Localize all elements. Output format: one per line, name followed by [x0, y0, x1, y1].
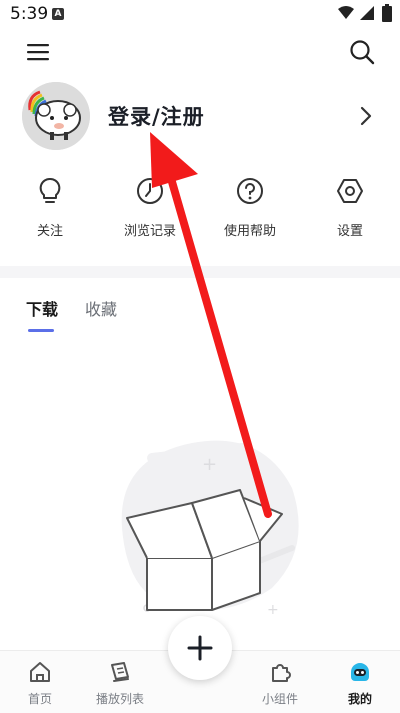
signal-icon [360, 6, 374, 20]
tab-favorites[interactable]: 收藏 [85, 296, 117, 320]
settings-label: 设置 [336, 224, 363, 239]
tab-indicator [28, 329, 54, 332]
plus-icon [187, 635, 213, 661]
history-button[interactable]: 浏览记录 [110, 176, 190, 246]
status-bar: 5:39 A [0, 0, 400, 28]
chevron-right-icon[interactable] [356, 104, 376, 128]
section-divider [0, 266, 400, 278]
notification-app-icon: A [52, 8, 64, 20]
sheep-avatar-icon [22, 82, 90, 150]
tab-downloads[interactable]: 下载 [26, 296, 58, 320]
search-icon[interactable] [348, 38, 376, 66]
history-icon [137, 178, 163, 204]
wifi-icon [338, 6, 354, 19]
login-register-link[interactable]: 登录/注册 [108, 101, 205, 131]
lightbulb-icon [39, 177, 61, 203]
battery-icon [382, 4, 392, 22]
nav-home[interactable]: 首页 [5, 660, 75, 707]
nav-mine-label: 我的 [347, 692, 372, 706]
help-icon [237, 178, 263, 204]
home-icon [30, 662, 50, 682]
playlist-icon [111, 662, 129, 682]
status-time: 5:39 [10, 4, 49, 24]
history-label: 浏览记录 [123, 224, 176, 239]
empty-box-illustration: + + [121, 440, 299, 618]
svg-text:+: + [267, 602, 279, 618]
nav-widgets[interactable]: 小组件 [245, 660, 315, 707]
follow-button[interactable]: 关注 [10, 176, 90, 246]
nav-widgets-label: 小组件 [261, 692, 298, 706]
avatar[interactable] [22, 82, 90, 150]
nav-playlist-label: 播放列表 [95, 692, 144, 706]
settings-icon [337, 179, 363, 203]
follow-label: 关注 [36, 224, 63, 239]
nav-playlist[interactable]: 播放列表 [85, 660, 155, 707]
help-button[interactable]: 使用帮助 [210, 176, 290, 246]
svg-text:+: + [202, 454, 217, 475]
mine-robot-icon [351, 663, 369, 681]
settings-button[interactable]: 设置 [310, 176, 390, 246]
hamburger-menu-icon[interactable] [26, 40, 52, 64]
nav-home-label: 首页 [27, 692, 52, 706]
nav-mine[interactable]: 我的 [325, 660, 395, 707]
help-label: 使用帮助 [223, 224, 276, 239]
puzzle-icon [272, 664, 291, 682]
add-button[interactable] [168, 616, 232, 680]
